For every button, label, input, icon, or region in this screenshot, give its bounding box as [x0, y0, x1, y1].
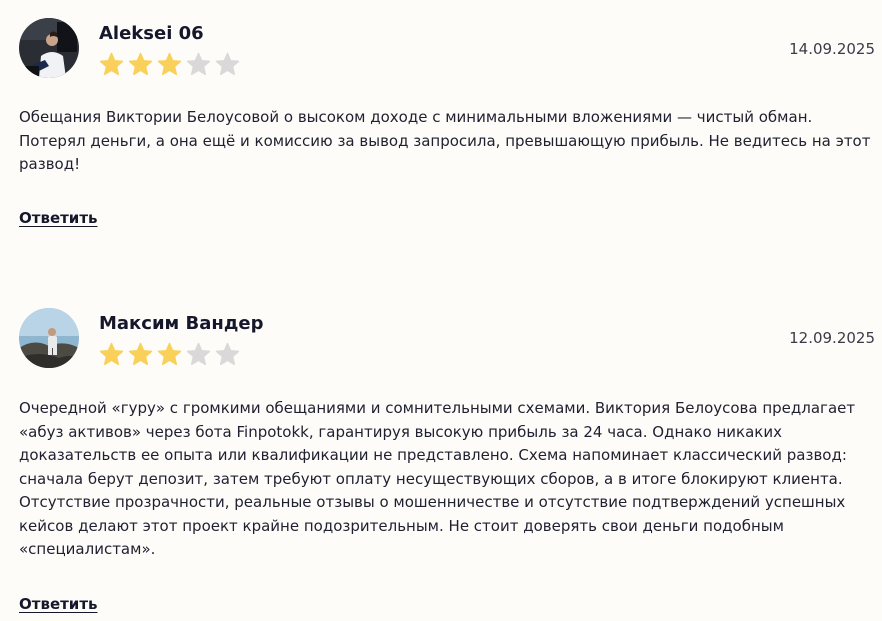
star-empty-icon — [186, 342, 211, 366]
rating-stars — [99, 342, 240, 367]
review-card: Максим Вандер 12.09.2025 Очередной «гуру… — [19, 0, 875, 621]
star-filled-icon — [157, 342, 182, 366]
star-filled-icon — [128, 342, 153, 366]
review-text: Очередной «гуру» с громкими обещаниями и… — [19, 399, 856, 558]
review-author: Максим Вандер — [99, 313, 264, 334]
reply-link[interactable]: Ответить — [19, 595, 98, 613]
star-filled-icon — [99, 342, 124, 366]
star-empty-icon — [215, 342, 240, 366]
review-date: 12.09.2025 — [789, 329, 875, 347]
avatar[interactable] — [19, 308, 79, 368]
